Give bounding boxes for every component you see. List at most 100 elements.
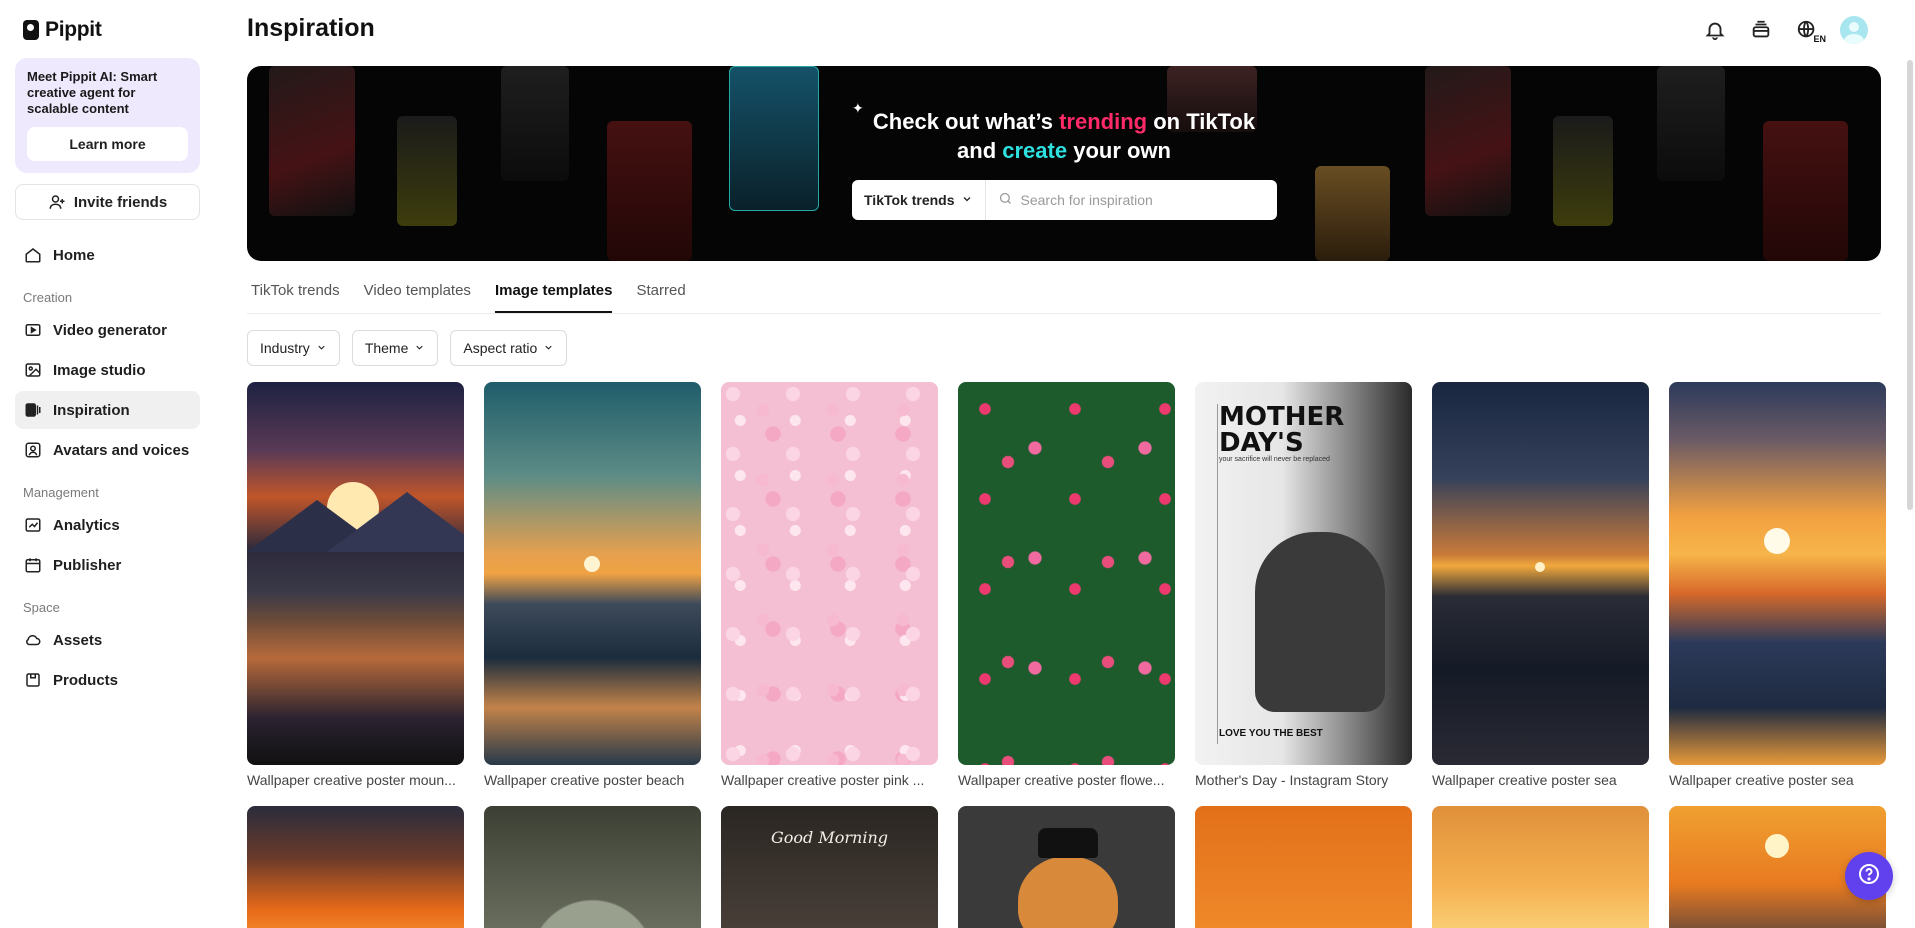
filter-aspect-ratio[interactable]: Aspect ratio: [450, 330, 568, 366]
template-card[interactable]: [484, 806, 701, 928]
template-card[interactable]: MOTHER DAY'S your sacrifice will never b…: [1195, 382, 1412, 788]
template-card[interactable]: Good Morning: [721, 806, 938, 928]
sidebar-item-label: Image studio: [53, 361, 146, 379]
template-title: Wallpaper creative poster sea: [1432, 772, 1617, 788]
home-icon: [24, 246, 42, 264]
sidebar-item-publisher[interactable]: Publisher: [15, 546, 200, 584]
banner-highlight-create: create: [1002, 138, 1068, 163]
help-button[interactable]: [1845, 852, 1893, 900]
sidebar-item-home[interactable]: Home: [15, 236, 200, 274]
template-title: Wallpaper creative poster beach: [484, 772, 685, 788]
sidebar-item-label: Inspiration: [53, 401, 130, 419]
banner-thumbnail: [1315, 166, 1390, 261]
banner-line-1: Check out what’s trending on TikTok: [247, 107, 1881, 136]
invite-friends-label: Invite friends: [73, 193, 168, 211]
page-title: Inspiration: [247, 14, 375, 42]
sidebar-item-analytics[interactable]: Analytics: [15, 506, 200, 544]
sidebar-item-inspiration[interactable]: Inspiration: [15, 391, 200, 429]
template-card[interactable]: [1195, 806, 1412, 928]
template-card[interactable]: Wallpaper creative poster sea: [1432, 382, 1649, 788]
language-code: EN: [1813, 34, 1826, 44]
search-placeholder: Search for inspiration: [1020, 192, 1153, 208]
template-card[interactable]: Wallpaper creative poster pink ...: [721, 382, 938, 788]
section-space: Space: [23, 600, 60, 615]
globe-icon[interactable]: EN: [1794, 17, 1826, 44]
template-thumbnail: [1432, 382, 1649, 765]
section-management: Management: [23, 485, 99, 500]
cloud-icon: [24, 631, 42, 649]
sidebar-item-label: Publisher: [53, 556, 122, 574]
sidebar-item-assets[interactable]: Assets: [15, 621, 200, 659]
filter-label: Theme: [364, 340, 409, 356]
inspiration-icon: [24, 401, 42, 419]
filter-theme[interactable]: Theme: [351, 330, 439, 366]
source-select-value: TikTok trends: [864, 192, 955, 208]
sidebar-item-label: Assets: [53, 631, 103, 649]
template-thumbnail: [958, 806, 1175, 928]
image-icon: [24, 361, 42, 379]
template-thumbnail: [247, 382, 464, 765]
tab-video-templates[interactable]: Video templates: [364, 272, 471, 313]
template-card[interactable]: [1432, 806, 1649, 928]
template-title: Wallpaper creative poster flowe...: [958, 772, 1165, 788]
source-select[interactable]: TikTok trends: [852, 180, 986, 220]
learn-more-button[interactable]: Learn more: [27, 127, 188, 161]
promo-text: Meet Pippit AI: Smart creative agent for…: [27, 69, 158, 116]
sidebar: Pippit Meet Pippit AI: Smart creative ag…: [0, 0, 215, 928]
template-thumbnail: [484, 806, 701, 928]
video-icon: [24, 321, 42, 339]
sidebar-item-label: Products: [53, 671, 119, 689]
add-user-icon: [48, 193, 66, 211]
template-title: Mother's Day - Instagram Story: [1195, 772, 1389, 788]
filter-bar: Industry Theme Aspect ratio: [247, 330, 568, 366]
template-title: Wallpaper creative poster sea: [1669, 772, 1854, 788]
filter-label: Industry: [260, 340, 310, 356]
template-card[interactable]: [247, 806, 464, 928]
bell-icon[interactable]: [1702, 17, 1728, 43]
template-thumbnail: [1669, 382, 1886, 765]
banner-line2-post: your own: [1067, 138, 1171, 163]
app-logo[interactable]: Pippit: [23, 16, 200, 44]
section-creation: Creation: [23, 290, 73, 305]
poster-footer: LOVE YOU THE BEST: [1219, 728, 1323, 739]
tab-tiktok-trends[interactable]: TikTok trends: [251, 272, 340, 313]
avatar-icon: [24, 441, 42, 459]
product-box-icon: [24, 671, 42, 689]
sidebar-item-label: Avatars and voices: [53, 441, 190, 459]
banner-line-2: and create your own: [247, 136, 1881, 165]
avatar[interactable]: [1840, 16, 1868, 44]
template-thumbnail: [721, 382, 938, 765]
search-icon: [998, 191, 1013, 209]
template-title: Wallpaper creative poster moun...: [247, 772, 456, 788]
app-name: Pippit: [45, 18, 102, 41]
template-card[interactable]: Wallpaper creative poster flowe...: [958, 382, 1175, 788]
filter-industry[interactable]: Industry: [247, 330, 340, 366]
sidebar-item-avatars-voices[interactable]: Avatars and voices: [15, 431, 200, 469]
pippit-logo-icon: [23, 20, 39, 40]
question-mark-icon: [1857, 862, 1881, 891]
layers-icon[interactable]: [1748, 17, 1774, 43]
page-scrollbar[interactable]: [1907, 60, 1913, 510]
sidebar-item-products[interactable]: Products: [15, 661, 200, 699]
promo-card: Meet Pippit AI: Smart creative agent for…: [15, 58, 200, 173]
invite-friends-button[interactable]: Invite friends: [15, 184, 200, 220]
header-actions: EN: [1702, 16, 1868, 44]
template-card[interactable]: Wallpaper creative poster beach: [484, 382, 701, 788]
banner-headline: Check out what’s trending on TikTok and …: [247, 107, 1881, 165]
template-card[interactable]: Wallpaper creative poster sea: [1669, 382, 1886, 788]
tab-starred[interactable]: Starred: [636, 272, 685, 313]
inspiration-search-bar: TikTok trends Search for inspiration: [852, 180, 1277, 220]
template-card[interactable]: Wallpaper creative poster moun...: [247, 382, 464, 788]
chevron-down-icon: [961, 192, 973, 208]
sidebar-item-label: Home: [53, 246, 95, 264]
template-thumbnail: [484, 382, 701, 765]
poster-subtitle: your sacrifice will never be replaced: [1219, 456, 1330, 463]
banner-line2-pre: and: [957, 138, 1003, 163]
template-thumbnail: [247, 806, 464, 928]
search-input[interactable]: Search for inspiration: [986, 191, 1153, 209]
sidebar-item-video-generator[interactable]: Video generator: [15, 311, 200, 349]
sidebar-item-image-studio[interactable]: Image studio: [15, 351, 200, 389]
tab-image-templates[interactable]: Image templates: [494, 272, 613, 313]
template-card[interactable]: [958, 806, 1175, 928]
template-thumbnail: Good Morning: [721, 806, 938, 928]
